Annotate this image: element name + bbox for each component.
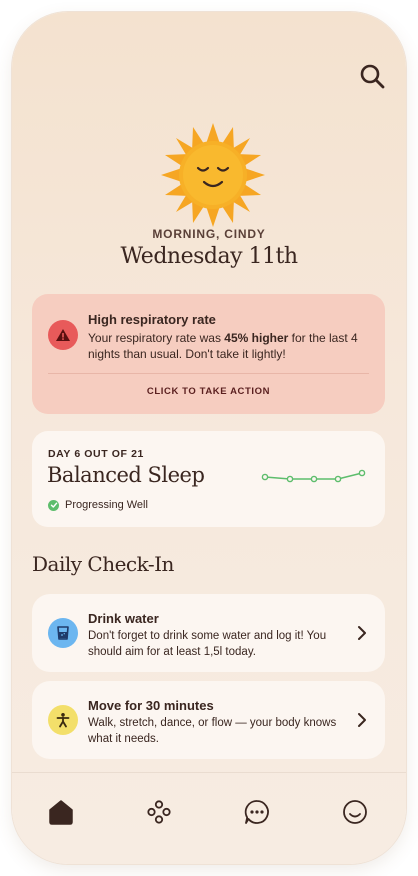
take-action-button[interactable]: CLICK TO TAKE ACTION — [32, 386, 385, 397]
bottom-tab-bar — [12, 772, 406, 864]
program-card[interactable]: DAY 6 OUT OF 21 Balanced Sleep Progressi… — [32, 431, 385, 527]
checkin-item-drink-water[interactable]: Drink water Don't forget to drink some w… — [32, 594, 385, 672]
warning-icon — [48, 320, 78, 350]
progress-sparkline — [261, 469, 366, 483]
program-status: Progressing Well — [48, 499, 148, 511]
home-icon[interactable] — [46, 797, 76, 827]
greeting-label: MORNING, CINDY — [152, 227, 266, 241]
chevron-right-icon — [358, 626, 366, 640]
checkin-item-title: Move for 30 minutes — [88, 698, 214, 713]
alert-title: High respiratory rate — [88, 312, 216, 327]
chat-icon[interactable] — [242, 797, 272, 827]
daily-checkin-title: Daily Check-In — [32, 552, 174, 576]
program-icon[interactable] — [144, 797, 174, 827]
search-icon[interactable] — [358, 62, 386, 90]
checkin-item-move-30-minutes[interactable]: Move for 30 minutes Walk, stretch, dance… — [32, 681, 385, 759]
alert-body: Your respiratory rate was 45% higher for… — [88, 331, 358, 361]
sun-illustration-icon — [161, 123, 265, 227]
phone-screen: MORNING, CINDY Wednesday 11th High respi… — [12, 12, 406, 864]
program-day-label: DAY 6 OUT OF 21 — [48, 448, 144, 460]
water-glass-icon — [48, 618, 78, 648]
checkin-item-body: Walk, stretch, dance, or flow — your bod… — [88, 717, 337, 745]
program-title: Balanced Sleep — [47, 463, 205, 487]
chevron-right-icon — [358, 713, 366, 727]
person-moving-icon — [48, 705, 78, 735]
alert-divider — [48, 373, 369, 374]
program-status-label: Progressing Well — [65, 499, 148, 511]
respiratory-alert-card[interactable]: High respiratory rate Your respiratory r… — [32, 294, 385, 414]
date-title: Wednesday 11th — [120, 244, 298, 269]
check-icon — [48, 499, 59, 511]
checkin-item-title: Drink water — [88, 611, 159, 626]
profile-icon[interactable] — [340, 797, 370, 827]
checkin-item-body: Don't forget to drink some water and log… — [88, 630, 327, 658]
